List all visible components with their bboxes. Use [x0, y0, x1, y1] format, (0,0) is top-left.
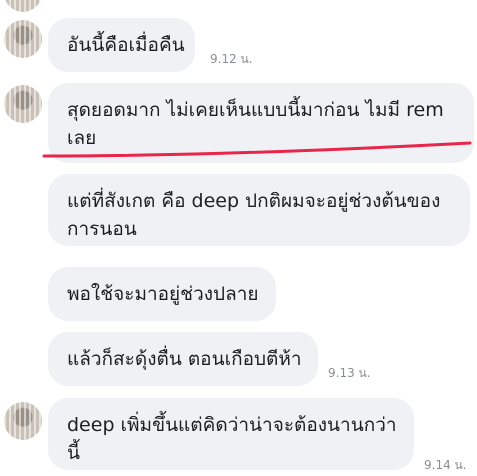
message-bubble[interactable]: พอใช้จะมาอยู่ช่วงปลาย	[48, 267, 276, 321]
message-bubble[interactable]: แต่ที่สังเกต คือ deep ปกติผมจะอยู่ช่วงต้…	[48, 174, 470, 246]
message-bubble[interactable]: สุดยอดมาก ไม่เคยเห็นแบบนี้มาก่อน ไมมี re…	[48, 83, 474, 163]
message-text-line: เลย	[67, 127, 97, 149]
message-text-line: นี้	[67, 442, 80, 464]
message-text-line: deep เพิ่มขึ้นแต่คิดว่าน่าจะต้องนานกว่า	[67, 414, 397, 436]
message-timestamp: 9.13 น.	[328, 366, 371, 380]
message-timestamp: 9.14 น.	[424, 458, 467, 472]
message-text: อันนี้คือเมื่อคืน	[67, 34, 185, 56]
message-text-line: แต่ที่สังเกต คือ deep ปกติผมจะอยู่ช่วงต้…	[67, 190, 441, 212]
sender-avatar[interactable]	[4, 85, 42, 123]
sender-avatar[interactable]	[4, 402, 42, 440]
message-bubble[interactable]: แล้วก็สะดุ้งตื่น ตอนเกือบตีห้า	[48, 332, 318, 386]
message-text-line: การนอน	[67, 218, 137, 240]
message-bubble[interactable]: อันนี้คือเมื่อคืน	[48, 18, 195, 72]
message-text-line: สุดยอดมาก ไม่เคยเห็นแบบนี้มาก่อน ไมมี re…	[67, 99, 444, 121]
message-text: แล้วก็สะดุ้งตื่น ตอนเกือบตีห้า	[67, 348, 302, 370]
message-timestamp: 9.12 น.	[210, 52, 253, 66]
sender-avatar[interactable]	[4, 20, 42, 58]
message-bubble[interactable]: deep เพิ่มขึ้นแต่คิดว่าน่าจะต้องนานกว่า …	[48, 398, 414, 470]
message-text: พอใช้จะมาอยู่ช่วงปลาย	[67, 283, 259, 305]
sender-avatar[interactable]	[4, 0, 42, 12]
